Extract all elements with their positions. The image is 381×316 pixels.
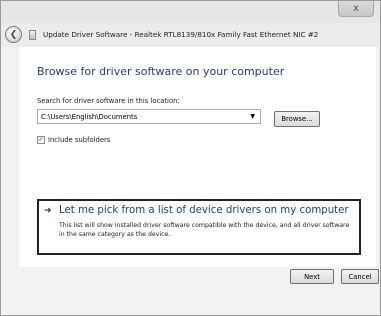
close-button[interactable]: x [338,1,374,17]
path-combobox[interactable]: C:\Users\English\Documents ▼ [37,109,261,124]
wizard-title: Update Driver Software - Realtek RTL8139… [43,30,319,39]
wizard-window: x ❮ Update Driver Software - Realtek RTL… [0,0,381,316]
chevron-down-icon[interactable]: ▼ [250,113,255,120]
search-location-label: Search for driver software in this locat… [37,97,180,105]
title-bar: x [1,1,380,23]
wizard-content: Browse for driver software on your compu… [19,47,376,267]
back-button[interactable]: ❮ [5,26,22,43]
include-subfolders-option[interactable]: ✓ Include subfolders [37,136,110,144]
include-subfolders-checkbox[interactable]: ✓ [37,136,45,144]
pick-from-list-title[interactable]: Let me pick from a list of device driver… [59,205,349,216]
arrow-right-icon: ➜ [44,206,52,216]
wizard-header: ❮ Update Driver Software - Realtek RTL81… [1,23,380,47]
pick-from-list-link[interactable]: ➜ Let me pick from a list of device driv… [37,199,361,255]
close-icon: x [353,3,359,14]
browse-button[interactable]: Browse... [274,111,320,127]
include-subfolders-label[interactable]: Include subfolders [48,136,110,144]
page-title: Browse for driver software on your compu… [37,65,285,78]
pick-from-list-description: This list will show installed driver sof… [59,222,350,238]
next-button[interactable]: Next [290,269,334,284]
back-arrow-icon: ❮ [9,29,18,40]
network-adapter-icon [29,30,36,40]
path-value[interactable]: C:\Users\English\Documents [41,113,137,121]
cancel-button[interactable]: Cancel [341,269,379,284]
